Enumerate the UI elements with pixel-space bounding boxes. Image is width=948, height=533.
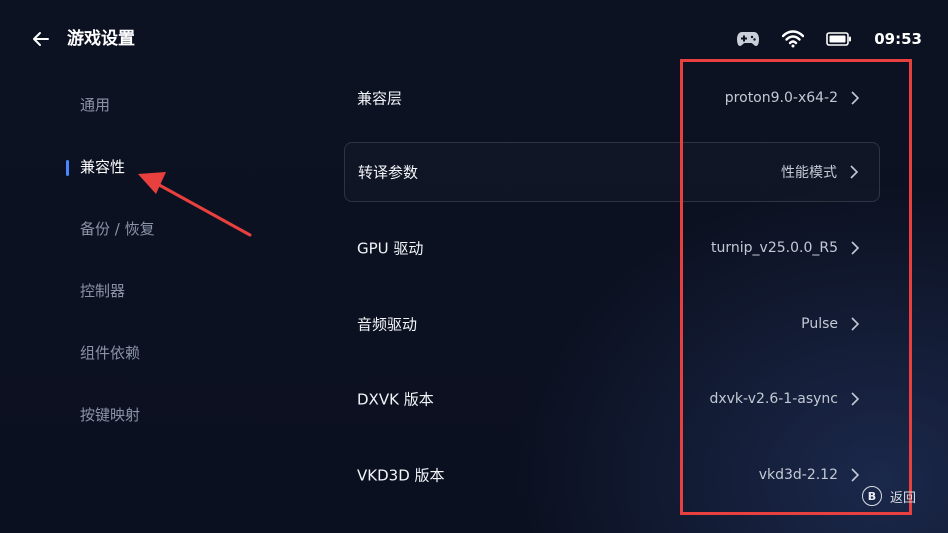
setting-label: 兼容层 bbox=[357, 89, 403, 108]
red-arrow-annotation bbox=[138, 172, 252, 237]
battery-icon bbox=[826, 32, 852, 46]
sidebar-item-controller[interactable]: 控制器 bbox=[80, 281, 125, 301]
active-indicator bbox=[66, 160, 69, 176]
setting-label: GPU 驱动 bbox=[357, 239, 424, 258]
sidebar-item-compatibility[interactable]: 兼容性 bbox=[80, 157, 125, 177]
b-button-icon: B bbox=[862, 486, 882, 506]
gamepad-icon bbox=[736, 30, 760, 48]
page-title: 游戏设置 bbox=[67, 29, 135, 49]
back-arrow-icon[interactable] bbox=[30, 28, 52, 50]
setting-label: 转译参数 bbox=[358, 163, 419, 182]
sidebar-item-key-mapping[interactable]: 按键映射 bbox=[80, 405, 140, 425]
setting-label: DXVK 版本 bbox=[357, 390, 434, 409]
back-hint-label: 返回 bbox=[890, 490, 917, 506]
setting-label: VKD3D 版本 bbox=[357, 466, 445, 485]
wifi-icon bbox=[782, 30, 805, 48]
clock-time: 09:53 bbox=[874, 30, 922, 48]
sidebar-item-dependencies[interactable]: 组件依赖 bbox=[80, 343, 140, 363]
back-hint[interactable]: B 返回 bbox=[862, 486, 916, 506]
sidebar-item-general[interactable]: 通用 bbox=[80, 95, 110, 115]
status-bar: 09:53 bbox=[736, 28, 922, 50]
setting-label: 音频驱动 bbox=[357, 315, 418, 334]
highlight-box-annotation bbox=[680, 59, 912, 515]
